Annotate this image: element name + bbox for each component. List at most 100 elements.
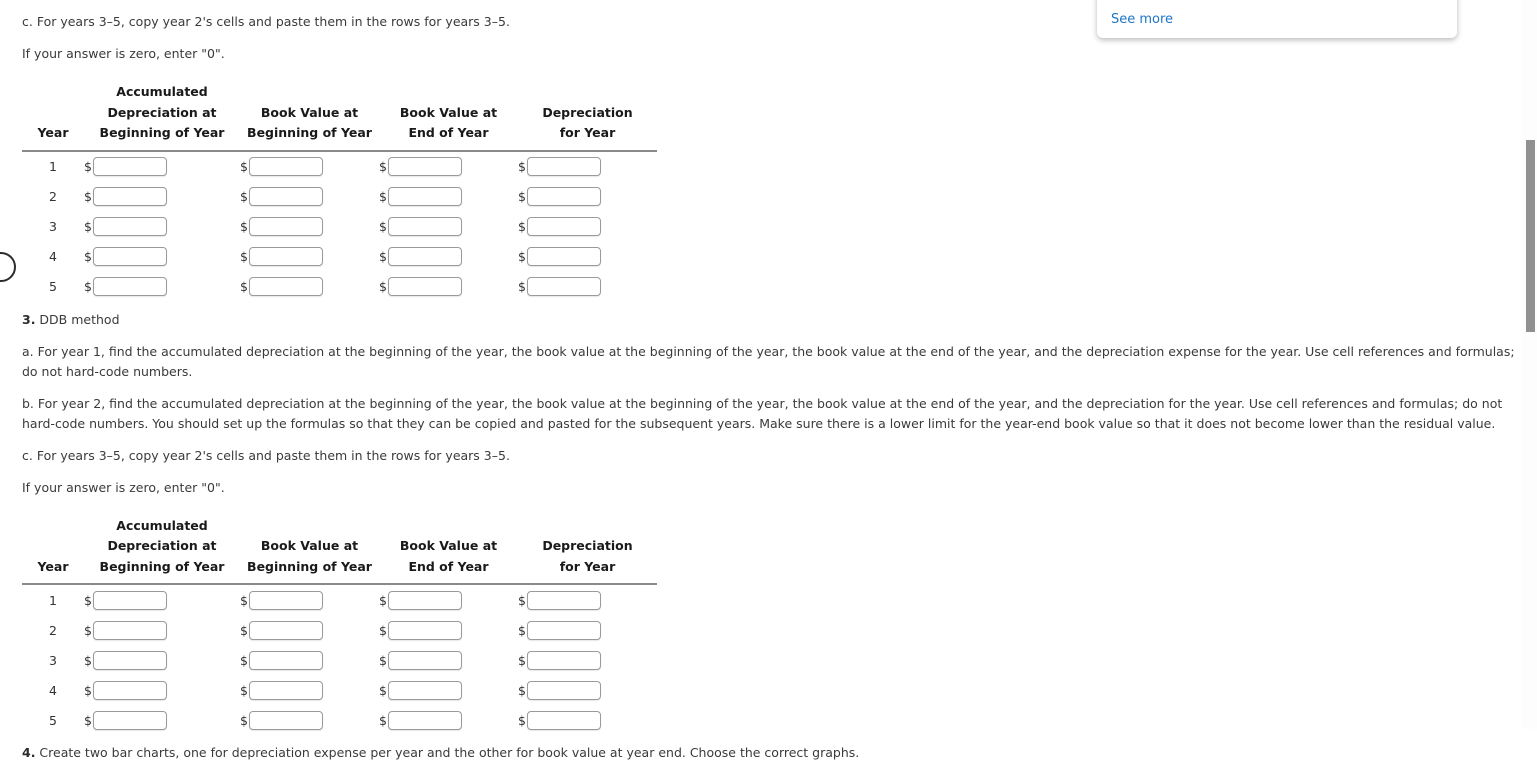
cell-year: 5 <box>49 279 57 294</box>
input-book-value-begin-year-3[interactable] <box>248 650 323 670</box>
currency-symbol: $ <box>379 159 387 174</box>
input-accum-dep-begin-year-5[interactable] <box>92 277 167 296</box>
cell-book-value-begin: $ <box>240 212 379 242</box>
column-header-book-value-beginning: Book Value at Beginning of Year <box>240 511 379 585</box>
currency-symbol: $ <box>84 279 92 294</box>
currency-symbol: $ <box>518 682 526 698</box>
item-4-text: Create two bar charts, one for depreciat… <box>35 745 860 760</box>
input-accum-dep-begin-year-4[interactable] <box>92 680 167 700</box>
currency-symbol: $ <box>240 219 248 234</box>
input-book-value-begin-year-5[interactable] <box>248 710 323 730</box>
cell-depreciation-for-year: $ <box>518 615 657 645</box>
input-depreciation-for-year-year-1[interactable] <box>526 157 601 176</box>
input-book-value-begin-year-4[interactable] <box>248 247 323 266</box>
table-row: 3 $ $ $ $ <box>22 212 657 242</box>
header-line: Depreciation at <box>107 104 217 120</box>
input-accum-dep-begin-year-3[interactable] <box>92 217 167 236</box>
input-accum-dep-begin-year-2[interactable] <box>92 620 167 640</box>
currency-symbol: $ <box>518 712 526 728</box>
input-book-value-end-year-2[interactable] <box>387 187 462 206</box>
input-book-value-begin-year-4[interactable] <box>248 680 323 700</box>
currency-symbol: $ <box>518 279 526 294</box>
table-row: 1 $ $ $ $ <box>22 151 657 182</box>
currency-symbol: $ <box>518 189 526 204</box>
header-line: Beginning of Year <box>99 558 225 574</box>
input-book-value-end-year-1[interactable] <box>387 157 462 176</box>
currency-symbol: $ <box>518 219 526 234</box>
cell-book-value-begin: $ <box>240 242 379 272</box>
cell-book-value-end: $ <box>379 675 518 705</box>
input-book-value-end-year-1[interactable] <box>387 590 462 610</box>
currency-symbol: $ <box>84 159 92 174</box>
column-header-depreciation-for-year: Depreciation for Year <box>518 78 657 152</box>
currency-symbol: $ <box>84 682 92 698</box>
currency-symbol: $ <box>379 622 387 638</box>
currency-symbol: $ <box>379 592 387 608</box>
cell-accum-dep-begin: $ <box>84 212 240 242</box>
heading-ddb-method: 3. DDB method <box>0 310 1520 330</box>
table-row: 1 $ $ $ $ <box>22 584 657 615</box>
cell-year: 4 <box>49 682 57 698</box>
input-book-value-end-year-4[interactable] <box>387 680 462 700</box>
cell-accum-dep-begin: $ <box>84 584 240 615</box>
input-book-value-end-year-4[interactable] <box>387 247 462 266</box>
vertical-scrollbar-track[interactable] <box>1522 0 1537 729</box>
input-depreciation-for-year-year-5[interactable] <box>526 277 601 296</box>
currency-symbol: $ <box>240 159 248 174</box>
vertical-scrollbar-thumb[interactable] <box>1526 140 1535 332</box>
table-body-top: 1 $ $ $ $2 $ $ $ $3 $ $ $ $4 $ $ $ $5 $ $ $ $ <box>22 151 657 302</box>
input-book-value-begin-year-1[interactable] <box>248 590 323 610</box>
cell-book-value-begin: $ <box>240 675 379 705</box>
input-depreciation-for-year-year-3[interactable] <box>526 650 601 670</box>
cell-book-value-begin: $ <box>240 615 379 645</box>
input-accum-dep-begin-year-1[interactable] <box>92 590 167 610</box>
cell-book-value-begin: $ <box>240 705 379 735</box>
cell-accum-dep-begin: $ <box>84 242 240 272</box>
cell-book-value-end: $ <box>379 182 518 212</box>
cell-depreciation-for-year: $ <box>518 645 657 675</box>
currency-symbol: $ <box>379 249 387 264</box>
table-row: 2 $ $ $ $ <box>22 615 657 645</box>
currency-symbol: $ <box>518 592 526 608</box>
currency-symbol: $ <box>240 652 248 668</box>
input-depreciation-for-year-year-3[interactable] <box>526 217 601 236</box>
input-depreciation-for-year-year-4[interactable] <box>526 680 601 700</box>
cell-accum-dep-begin: $ <box>84 272 240 302</box>
header-line: Book Value at <box>399 104 498 120</box>
header-line: Book Value at <box>260 538 359 553</box>
input-depreciation-for-year-year-1[interactable] <box>526 590 601 610</box>
input-book-value-end-year-3[interactable] <box>387 650 462 670</box>
input-book-value-end-year-2[interactable] <box>387 620 462 640</box>
column-header-book-value-end: Book Value at End of Year <box>379 78 518 152</box>
cell-accum-dep-begin: $ <box>84 151 240 182</box>
input-depreciation-for-year-year-2[interactable] <box>526 187 601 206</box>
input-book-value-begin-year-1[interactable] <box>248 157 323 176</box>
input-depreciation-for-year-year-5[interactable] <box>526 710 601 730</box>
input-book-value-end-year-5[interactable] <box>387 277 462 296</box>
input-book-value-begin-year-2[interactable] <box>248 620 323 640</box>
instruction-ddb-b: b. For year 2, find the accumulated depr… <box>22 395 1503 431</box>
input-book-value-begin-year-3[interactable] <box>248 217 323 236</box>
column-header-book-value-beginning: Book Value at Beginning of Year <box>240 78 379 152</box>
input-book-value-begin-year-2[interactable] <box>248 187 323 206</box>
currency-symbol: $ <box>518 159 526 174</box>
input-accum-dep-begin-year-3[interactable] <box>92 650 167 670</box>
see-more-link[interactable]: See more <box>1111 12 1173 27</box>
cell-book-value-end: $ <box>379 272 518 302</box>
currency-symbol: $ <box>84 249 92 264</box>
column-header-accumulated-depreciation-beginning: Accumulated Depreciation at Beginning of… <box>84 78 240 152</box>
input-depreciation-for-year-year-4[interactable] <box>526 247 601 266</box>
input-book-value-end-year-5[interactable] <box>387 710 462 730</box>
cell-depreciation-for-year: $ <box>518 705 657 735</box>
table-header-row: Year Accumulated Depreciation at Beginni… <box>22 511 657 585</box>
input-book-value-begin-year-5[interactable] <box>248 277 323 296</box>
input-depreciation-for-year-year-2[interactable] <box>526 620 601 640</box>
input-book-value-end-year-3[interactable] <box>387 217 462 236</box>
input-accum-dep-begin-year-2[interactable] <box>92 187 167 206</box>
currency-symbol: $ <box>84 189 92 204</box>
cell-depreciation-for-year: $ <box>518 272 657 302</box>
input-accum-dep-begin-year-4[interactable] <box>92 247 167 266</box>
input-accum-dep-begin-year-1[interactable] <box>92 157 167 176</box>
header-line: End of Year <box>408 125 489 140</box>
input-accum-dep-begin-year-5[interactable] <box>92 710 167 730</box>
